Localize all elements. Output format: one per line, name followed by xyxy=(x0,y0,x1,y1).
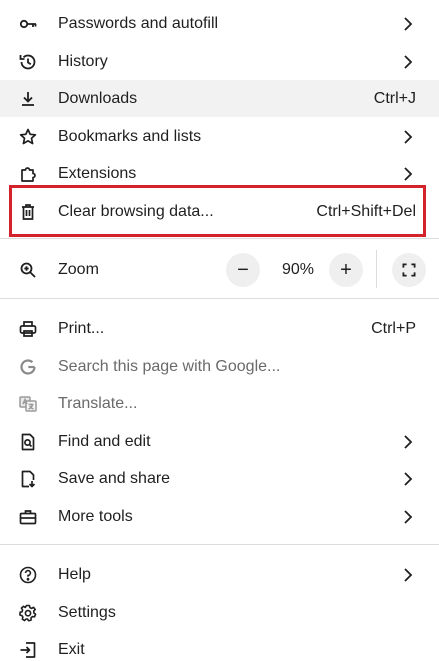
menu-item-label: Settings xyxy=(58,603,116,621)
chevron-right-icon xyxy=(402,509,414,525)
chevron-right-icon xyxy=(402,54,414,70)
divider xyxy=(0,544,439,545)
menu-item-label: Passwords and autofill xyxy=(58,14,219,32)
printer-icon xyxy=(18,319,38,339)
chevron-right-icon xyxy=(402,166,414,182)
zoom-label: Zoom xyxy=(58,261,99,278)
menu-item-label: Print... xyxy=(58,319,105,337)
menu-item-find-and-edit[interactable]: Find and edit xyxy=(0,423,439,460)
divider xyxy=(0,298,439,299)
fullscreen-button[interactable] xyxy=(392,253,426,287)
menu-item-label: Search this page with Google... xyxy=(58,357,281,375)
menu-item-label: Bookmarks and lists xyxy=(58,127,202,145)
menu-item-downloads[interactable]: Downloads Ctrl+J xyxy=(0,80,439,117)
save-share-icon xyxy=(18,469,38,489)
divider xyxy=(376,250,377,288)
highlight-annotation-box xyxy=(9,185,426,237)
menu-item-passwords[interactable]: Passwords and autofill xyxy=(0,5,439,42)
chevron-right-icon xyxy=(402,567,414,583)
menu-item-label: Exit xyxy=(58,640,85,658)
toolbox-icon xyxy=(18,507,38,527)
help-icon xyxy=(18,565,38,585)
menu-item-settings[interactable]: Settings xyxy=(0,594,439,631)
chevron-right-icon xyxy=(402,434,414,450)
find-icon xyxy=(18,432,38,452)
menu-item-save-and-share[interactable]: Save and share xyxy=(0,460,439,497)
zoom-row: Zoom − 90% + xyxy=(0,250,439,290)
menu-item-search-with-google[interactable]: Search this page with Google... xyxy=(0,348,439,385)
star-icon xyxy=(18,127,38,147)
download-icon xyxy=(18,89,38,109)
menu-item-label: History xyxy=(58,52,108,70)
menu-item-print[interactable]: Print... Ctrl+P xyxy=(0,310,439,347)
menu-item-label: Help xyxy=(58,565,91,583)
menu-item-label: Translate... xyxy=(58,394,138,412)
menu-item-bookmarks[interactable]: Bookmarks and lists xyxy=(0,118,439,155)
menu-item-label: Save and share xyxy=(58,469,171,487)
zoom-out-button[interactable]: − xyxy=(226,253,260,287)
puzzle-icon xyxy=(18,164,38,184)
keyboard-shortcut: Ctrl+J xyxy=(373,89,416,107)
menu-item-more-tools[interactable]: More tools xyxy=(0,498,439,535)
menu-item-label: Extensions xyxy=(58,164,137,182)
menu-item-label: Downloads xyxy=(58,89,138,107)
divider xyxy=(0,238,439,239)
menu-item-help[interactable]: Help xyxy=(0,556,439,593)
zoom-in-button[interactable]: + xyxy=(329,253,363,287)
zoom-icon xyxy=(18,260,38,280)
menu-item-history[interactable]: History xyxy=(0,43,439,80)
menu-item-label: More tools xyxy=(58,507,133,525)
menu-item-exit[interactable]: Exit xyxy=(0,631,439,661)
key-icon xyxy=(18,14,38,34)
zoom-level: 90% xyxy=(281,261,315,278)
chevron-right-icon xyxy=(402,16,414,32)
chevron-right-icon xyxy=(402,471,414,487)
chevron-right-icon xyxy=(402,129,414,145)
menu-item-label: Find and edit xyxy=(58,432,151,450)
google-icon xyxy=(18,357,38,377)
fullscreen-icon xyxy=(402,263,416,277)
translate-icon xyxy=(18,394,38,414)
gear-icon xyxy=(18,603,38,623)
menu-item-translate[interactable]: Translate... xyxy=(0,385,439,422)
history-icon xyxy=(18,52,38,72)
chrome-menu: Passwords and autofill History Downloads xyxy=(0,0,439,661)
keyboard-shortcut: Ctrl+P xyxy=(371,319,416,337)
exit-icon xyxy=(18,640,38,660)
